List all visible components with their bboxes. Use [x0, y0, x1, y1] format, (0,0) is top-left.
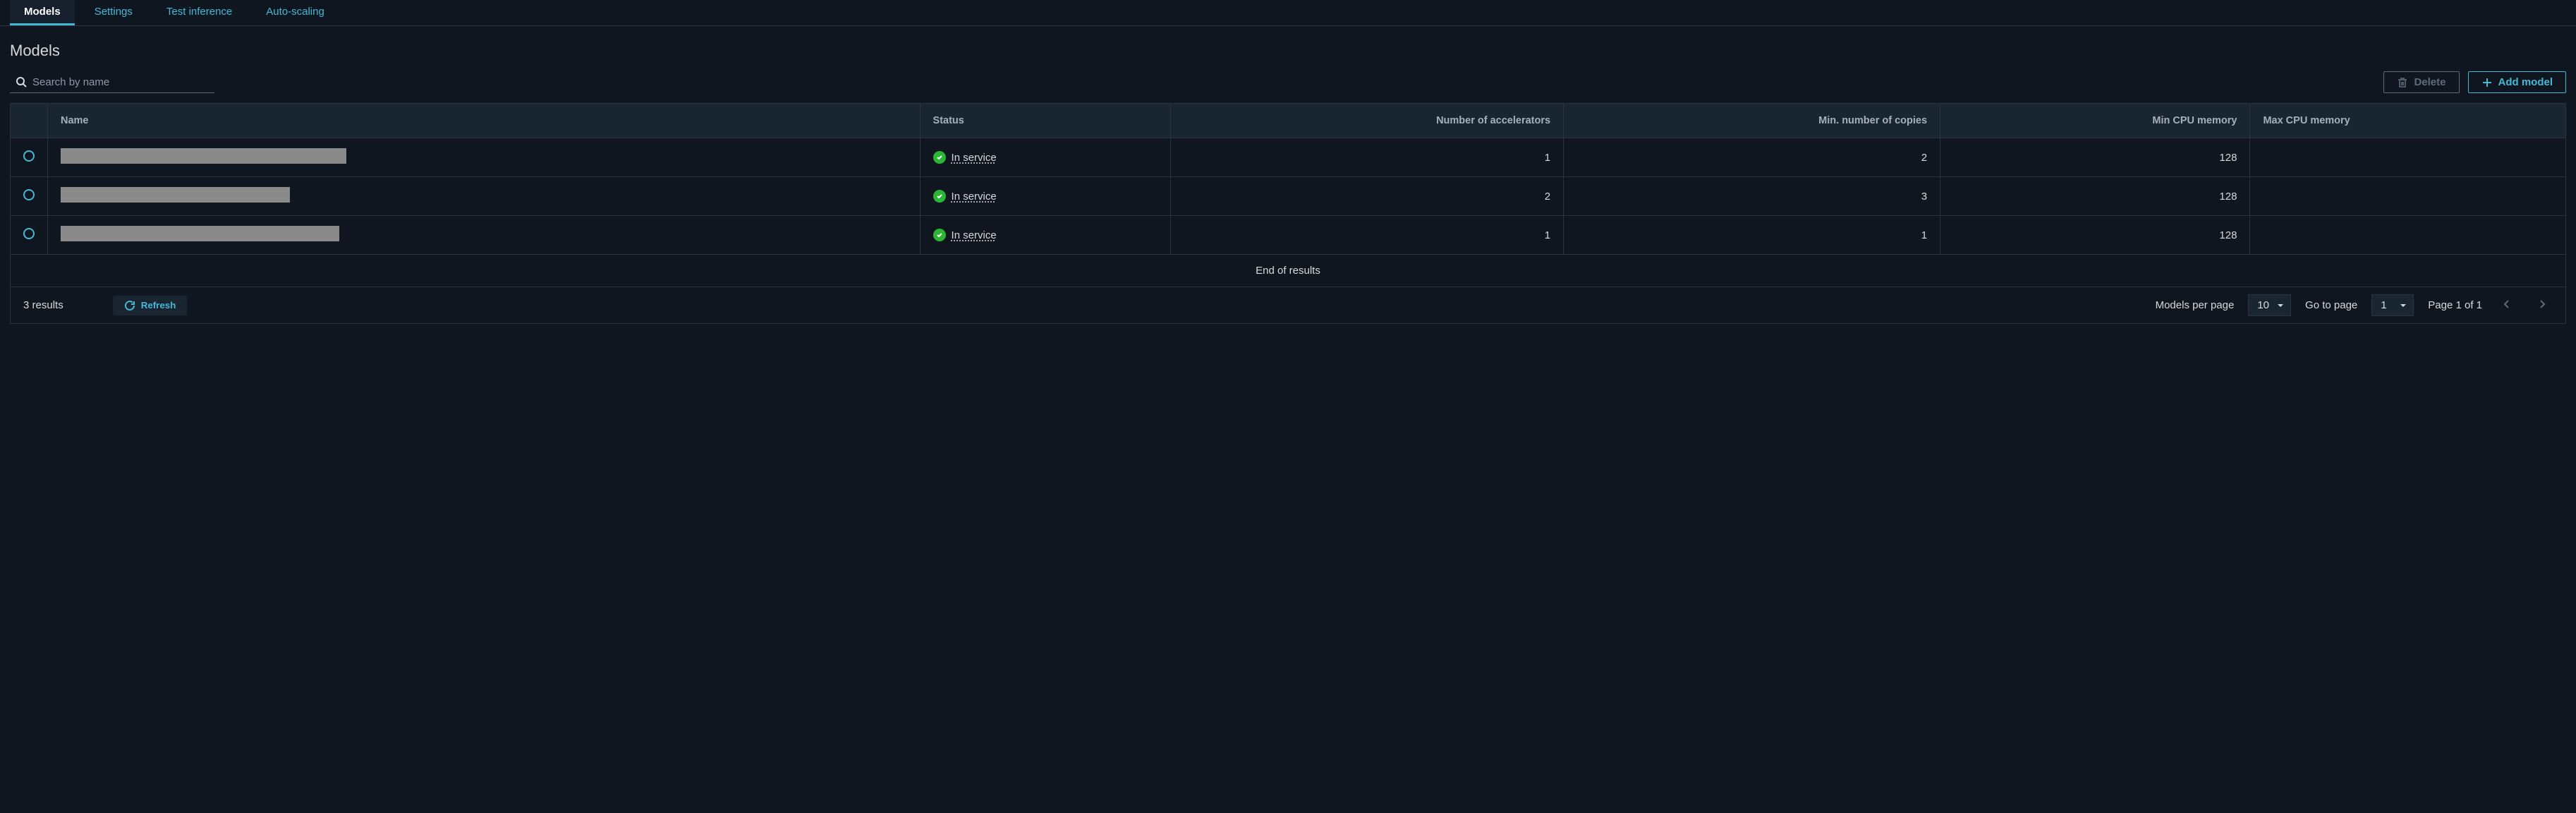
col-max-cpu-mem-header[interactable]: Max CPU memory [2250, 104, 2565, 138]
search-container [10, 72, 214, 93]
add-model-button-label: Add model [2498, 76, 2553, 88]
col-accelerators-header[interactable]: Number of accelerators [1171, 104, 1564, 138]
tabs-bar: Models Settings Test inference Auto-scal… [0, 0, 2576, 26]
check-circle-icon [933, 190, 946, 203]
models-per-page-value: 10 [2257, 299, 2269, 311]
caret-down-icon [2399, 301, 2407, 310]
chevron-right-icon [2537, 299, 2547, 309]
col-status-header[interactable]: Status [920, 104, 1171, 138]
next-page-button[interactable] [2532, 296, 2553, 315]
go-to-page-label: Go to page [2305, 299, 2357, 311]
accelerators-value: 1 [1171, 216, 1564, 255]
prev-page-button[interactable] [2496, 296, 2517, 315]
trash-icon [2397, 77, 2408, 88]
table-row: In service 1 2 128 [11, 138, 2565, 177]
min-cpu-mem-value: 128 [1940, 177, 2250, 216]
table-row: In service 2 3 128 [11, 177, 2565, 216]
min-copies-value: 1 [1564, 216, 1940, 255]
max-cpu-mem-value [2250, 138, 2565, 177]
table-row: In service 1 1 128 [11, 216, 2565, 255]
tab-test-inference[interactable]: Test inference [152, 0, 246, 25]
go-to-page-select[interactable]: 1 [2371, 294, 2414, 316]
add-model-button[interactable]: Add model [2468, 71, 2567, 93]
status-text[interactable]: In service [952, 191, 997, 203]
refresh-button-label: Refresh [141, 300, 176, 311]
tab-settings[interactable]: Settings [80, 0, 147, 25]
caret-down-icon [2276, 301, 2285, 310]
row-select-radio[interactable] [23, 150, 35, 162]
min-cpu-mem-value: 128 [1940, 138, 2250, 177]
max-cpu-mem-value [2250, 216, 2565, 255]
col-min-copies-header[interactable]: Min. number of copies [1564, 104, 1940, 138]
page-title: Models [10, 42, 2566, 60]
go-to-page-value: 1 [2381, 299, 2386, 311]
check-circle-icon [933, 229, 946, 241]
model-name-redacted[interactable] [61, 187, 290, 203]
status-text[interactable]: In service [952, 229, 997, 241]
tab-auto-scaling[interactable]: Auto-scaling [252, 0, 339, 25]
row-select-radio[interactable] [23, 228, 35, 239]
col-min-cpu-mem-header[interactable]: Min CPU memory [1940, 104, 2250, 138]
end-of-results: End of results [11, 255, 2565, 287]
min-copies-value: 3 [1564, 177, 1940, 216]
models-per-page-select[interactable]: 10 [2248, 294, 2291, 316]
page-info: Page 1 of 1 [2428, 299, 2482, 311]
refresh-icon [124, 300, 135, 311]
model-name-redacted[interactable] [61, 148, 346, 164]
models-table: Name Status Number of accelerators Min. … [11, 104, 2565, 255]
max-cpu-mem-value [2250, 177, 2565, 216]
chevron-left-icon [2502, 299, 2512, 309]
col-select-header [11, 104, 48, 138]
results-count: 3 results [23, 299, 63, 311]
status-text[interactable]: In service [952, 152, 997, 164]
min-copies-value: 2 [1564, 138, 1940, 177]
tab-models[interactable]: Models [10, 0, 75, 25]
accelerators-value: 1 [1171, 138, 1564, 177]
row-select-radio[interactable] [23, 189, 35, 200]
delete-button-label: Delete [2414, 76, 2446, 88]
min-cpu-mem-value: 128 [1940, 216, 2250, 255]
refresh-button[interactable]: Refresh [113, 296, 188, 315]
search-icon [16, 76, 27, 88]
check-circle-icon [933, 151, 946, 164]
delete-button[interactable]: Delete [2383, 71, 2459, 93]
models-per-page-label: Models per page [2156, 299, 2235, 311]
col-name-header[interactable]: Name [48, 104, 921, 138]
model-name-redacted[interactable] [61, 226, 339, 241]
plus-icon [2481, 77, 2493, 88]
accelerators-value: 2 [1171, 177, 1564, 216]
search-input[interactable] [27, 76, 209, 88]
